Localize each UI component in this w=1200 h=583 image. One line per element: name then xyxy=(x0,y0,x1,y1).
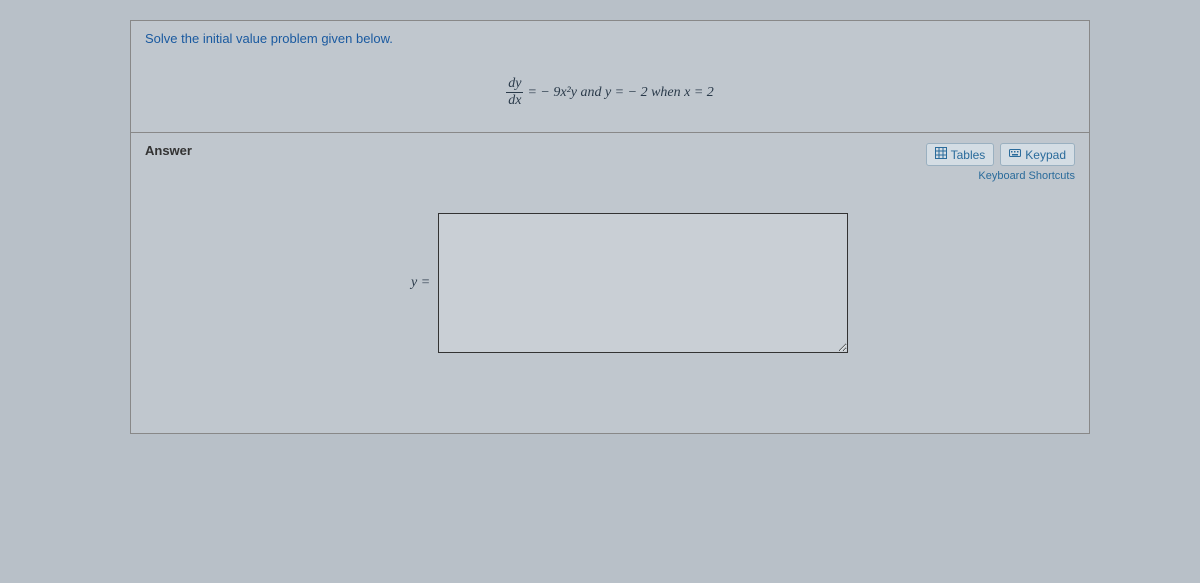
answer-label: Answer xyxy=(145,143,192,158)
question-instruction: Solve the initial value problem given be… xyxy=(145,31,1075,46)
keyboard-shortcuts-link[interactable]: Keyboard Shortcuts xyxy=(978,170,1075,182)
fraction-dy-dx: dy dx xyxy=(506,77,523,108)
table-icon xyxy=(935,147,947,162)
tables-button[interactable]: Tables xyxy=(926,143,995,166)
keypad-button[interactable]: Keypad xyxy=(1000,143,1075,166)
keypad-icon xyxy=(1009,147,1021,162)
fraction-numerator: dy xyxy=(506,77,523,91)
answer-input-row: y = xyxy=(411,213,848,353)
equation-text: = − 9x²y and y = − 2 when x = 2 xyxy=(527,85,713,101)
equation-row: dy dx = − 9x²y and y = − 2 when x = 2 xyxy=(145,74,1075,108)
y-equals-label: y = xyxy=(411,275,430,291)
answer-input[interactable] xyxy=(438,213,848,353)
question-top: Solve the initial value problem given be… xyxy=(131,21,1089,133)
fraction-denominator: dx xyxy=(506,94,523,108)
keypad-button-label: Keypad xyxy=(1025,148,1066,162)
tables-button-label: Tables xyxy=(951,148,986,162)
right-tools: Tables Keypad Keyboard Shortcuts xyxy=(926,143,1075,182)
answer-section: Answer Tables Keyp xyxy=(131,133,1089,433)
question-card: Solve the initial value problem given be… xyxy=(130,20,1090,434)
tool-buttons: Tables Keypad xyxy=(926,143,1075,166)
answer-header: Answer Tables Keyp xyxy=(131,133,1089,188)
